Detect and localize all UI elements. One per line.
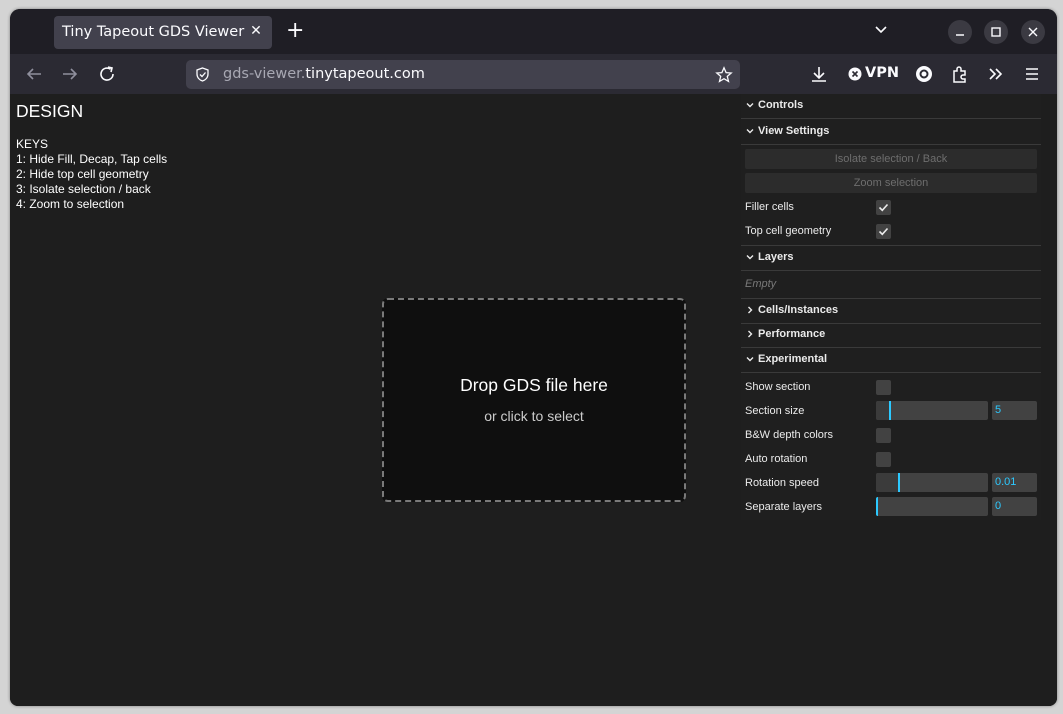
checkmark-icon xyxy=(878,203,889,212)
chevron-right-icon xyxy=(748,306,753,314)
layers-label: Layers xyxy=(758,251,794,263)
url-text: gds-viewer.tinytapeout.com xyxy=(223,66,425,82)
page-content: DESIGN KEYS 1: Hide Fill, Decap, Tap cel… xyxy=(10,94,1057,706)
controls-header[interactable]: Controls xyxy=(741,94,1041,119)
tab-title: Tiny Tapeout GDS Viewer xyxy=(62,24,245,40)
url-domain: tinytapeout.com xyxy=(305,66,425,82)
chevron-down-icon xyxy=(746,255,754,260)
isolate-selection-button[interactable]: Isolate selection / Back xyxy=(745,149,1037,169)
tab-list-chevron-icon[interactable] xyxy=(874,23,888,37)
separate-layers-input[interactable]: 0 xyxy=(992,497,1037,516)
tab-bar: Tiny Tapeout GDS Viewer ✕ + xyxy=(10,9,1057,54)
checkmark-icon xyxy=(878,227,889,236)
slider-handle[interactable] xyxy=(898,473,900,492)
chevron-right-icon xyxy=(748,330,753,338)
extensions-puzzle-icon[interactable] xyxy=(948,62,972,86)
url-prefix: gds-viewer. xyxy=(223,66,306,82)
close-icon xyxy=(1028,27,1038,37)
show-section-checkbox[interactable] xyxy=(876,380,891,395)
keys-help: KEYS 1: Hide Fill, Decap, Tap cells 2: H… xyxy=(16,137,167,212)
top-cell-geometry-label: Top cell geometry xyxy=(745,225,832,237)
keys-title: KEYS xyxy=(16,137,49,151)
bw-depth-colors-checkbox[interactable] xyxy=(876,428,891,443)
reload-icon[interactable] xyxy=(95,62,119,86)
downloads-icon[interactable] xyxy=(807,62,831,86)
shield-icon[interactable] xyxy=(194,66,211,83)
rotation-speed-input[interactable]: 0.01 xyxy=(992,473,1037,492)
extension-circle-icon[interactable] xyxy=(912,62,936,86)
experimental-header[interactable]: Experimental xyxy=(741,348,1041,373)
view-settings-header[interactable]: View Settings xyxy=(741,120,1041,145)
tab-active[interactable]: Tiny Tapeout GDS Viewer ✕ xyxy=(54,16,272,49)
bookmark-star-icon[interactable] xyxy=(715,66,733,84)
key-hint: 4: Zoom to selection xyxy=(16,197,125,211)
layers-empty-text: Empty xyxy=(745,278,777,290)
vpn-button[interactable]: VPN xyxy=(865,65,899,81)
section-size-input[interactable]: 5 xyxy=(992,401,1037,420)
new-tab-icon[interactable]: + xyxy=(286,19,304,43)
separate-layers-slider[interactable] xyxy=(876,497,988,516)
url-bar[interactable]: gds-viewer.tinytapeout.com xyxy=(186,60,740,89)
rotation-speed-slider[interactable] xyxy=(876,473,988,492)
slider-handle[interactable] xyxy=(876,497,878,516)
design-title: DESIGN xyxy=(16,101,84,121)
drop-title: Drop GDS file here xyxy=(460,375,608,395)
chevron-down-icon xyxy=(746,129,754,134)
key-hint: 2: Hide top cell geometry xyxy=(16,167,149,181)
view-settings-label: View Settings xyxy=(758,125,830,137)
slider-fill xyxy=(876,473,898,492)
key-hint: 1: Hide Fill, Decap, Tap cells xyxy=(16,152,168,166)
hamburger-menu-icon[interactable] xyxy=(1020,62,1044,86)
minimize-icon xyxy=(956,34,964,36)
cells-instances-header[interactable]: Cells/Instances xyxy=(741,298,1041,324)
auto-rotation-label: Auto rotation xyxy=(745,453,808,465)
show-section-label: Show section xyxy=(745,381,811,393)
top-cell-geometry-checkbox[interactable] xyxy=(876,224,891,239)
back-icon[interactable] xyxy=(22,62,46,86)
maximize-button[interactable] xyxy=(984,20,1008,44)
separate-layers-label: Separate layers xyxy=(745,501,823,513)
close-window-button[interactable] xyxy=(1021,20,1045,44)
key-hint: 3: Isolate selection / back xyxy=(16,182,151,196)
forward-icon[interactable] xyxy=(58,62,82,86)
chevron-down-icon xyxy=(746,103,754,108)
performance-label: Performance xyxy=(758,328,826,340)
performance-header[interactable]: Performance xyxy=(741,323,1041,348)
overflow-menu-icon[interactable] xyxy=(984,62,1008,86)
section-size-slider[interactable] xyxy=(876,401,988,420)
rotation-speed-label: Rotation speed xyxy=(745,477,819,489)
auto-rotation-checkbox[interactable] xyxy=(876,452,891,467)
navigation-bar: gds-viewer.tinytapeout.com VPN xyxy=(10,54,1057,94)
browser-window: Tiny Tapeout GDS Viewer ✕ + gds-viewer.t… xyxy=(10,9,1057,706)
zoom-selection-button[interactable]: Zoom selection xyxy=(745,173,1037,193)
filler-cells-label: Filler cells xyxy=(745,201,794,213)
maximize-icon xyxy=(991,27,1001,37)
filler-cells-checkbox[interactable] xyxy=(876,200,891,215)
minimize-button[interactable] xyxy=(948,20,972,44)
slider-handle[interactable] xyxy=(889,401,891,420)
settings-panel: Controls View Settings Isolate selection… xyxy=(741,94,1041,520)
cells-instances-label: Cells/Instances xyxy=(758,304,839,316)
slider-fill xyxy=(876,401,889,420)
gds-dropzone[interactable]: Drop GDS file here or click to select xyxy=(382,298,686,502)
tab-close-icon[interactable]: ✕ xyxy=(248,23,264,39)
chevron-down-icon xyxy=(746,357,754,362)
experimental-label: Experimental xyxy=(758,353,828,365)
drop-subtitle: or click to select xyxy=(484,408,584,424)
bw-depth-colors-label: B&W depth colors xyxy=(745,429,834,441)
vpn-status-icon xyxy=(848,67,862,81)
layers-header[interactable]: Layers xyxy=(741,245,1041,271)
section-size-label: Section size xyxy=(745,405,805,417)
controls-label: Controls xyxy=(758,99,804,111)
